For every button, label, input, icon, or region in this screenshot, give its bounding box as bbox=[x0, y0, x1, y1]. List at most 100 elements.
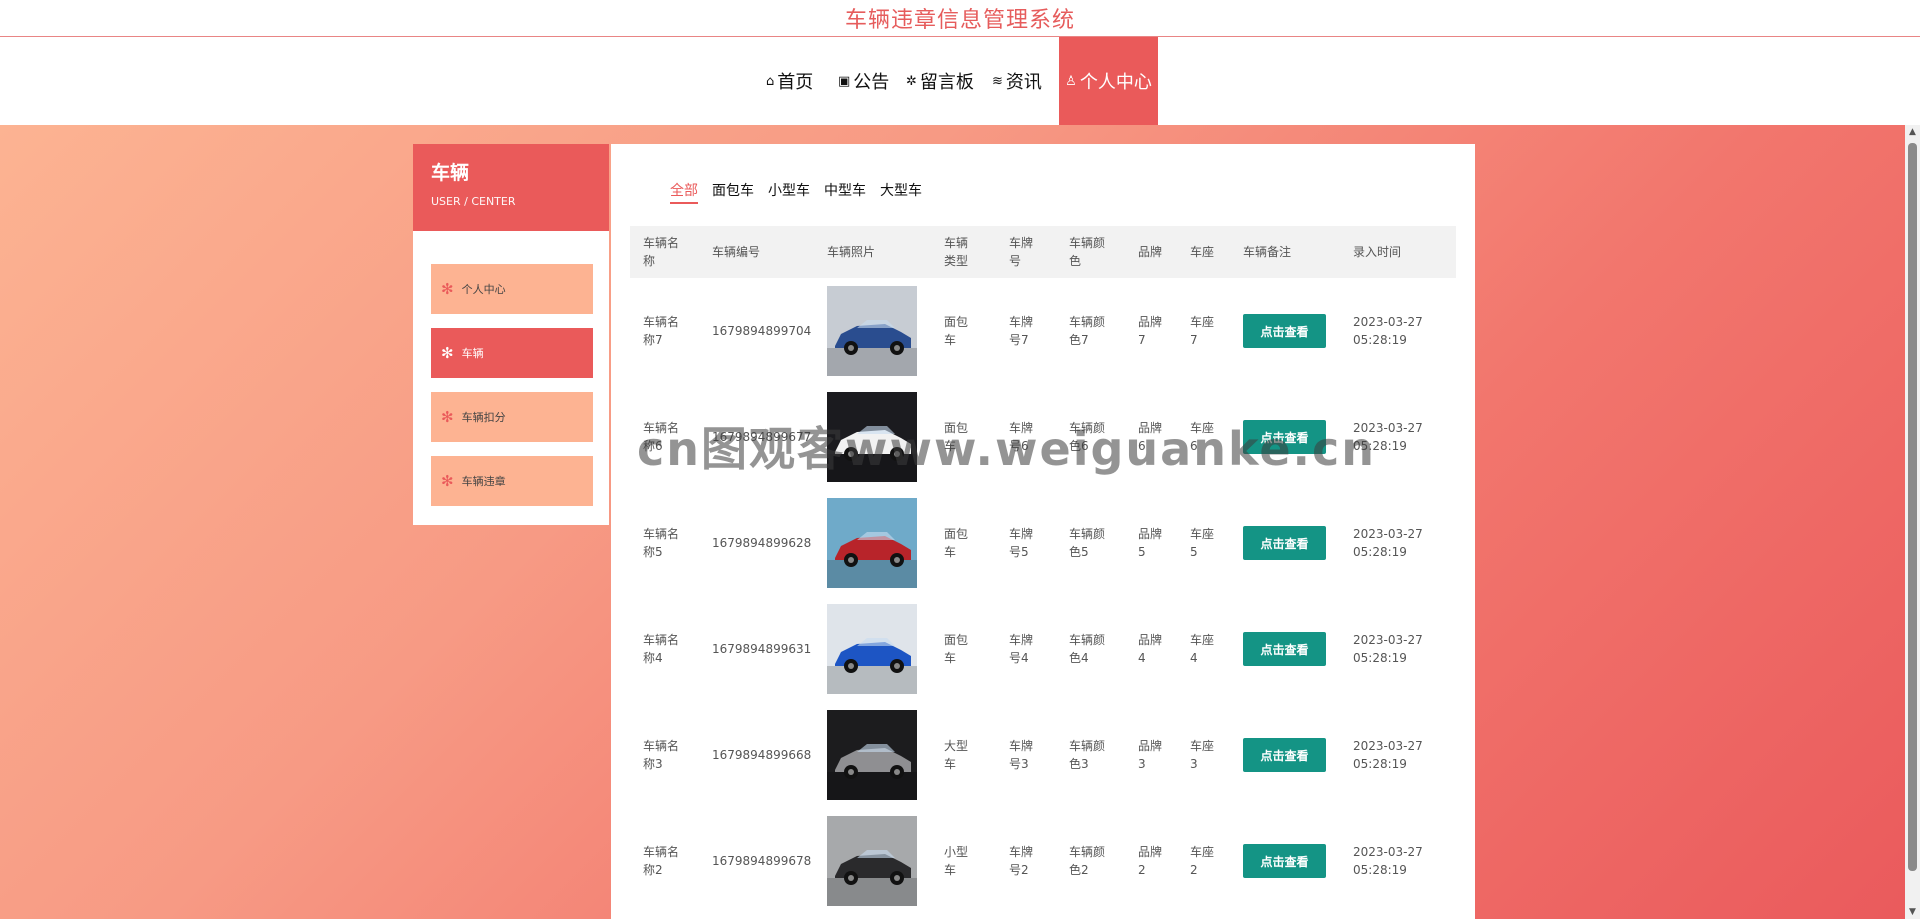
cell-plate: 车牌号3 bbox=[1009, 739, 1034, 771]
view-details-button[interactable]: 点击查看 bbox=[1243, 314, 1326, 348]
column-header: 品牌 bbox=[1138, 245, 1163, 259]
tab-medium-car[interactable]: 中型车 bbox=[824, 180, 866, 204]
nav-message-board-label: 留言板 bbox=[919, 72, 974, 93]
scroll-thumb[interactable] bbox=[1908, 143, 1917, 871]
page-scrollbar[interactable]: ▲ ▼ bbox=[1905, 125, 1920, 919]
cell-brand: 品牌5 bbox=[1138, 527, 1163, 559]
tab-all[interactable]: 全部 bbox=[670, 180, 698, 204]
column-header: 车辆编号 bbox=[712, 245, 761, 259]
cell-type: 大型车 bbox=[944, 739, 969, 771]
cell-brand: 品牌2 bbox=[1138, 845, 1163, 877]
cell-plate: 车牌号4 bbox=[1009, 633, 1034, 665]
snowflake-icon: ✻ bbox=[441, 344, 454, 362]
nav-message-board[interactable]: ✲ 留言板 bbox=[906, 37, 974, 125]
main-panel: 全部 面包车 小型车 中型车 大型车 车辆名称 车辆编号 车辆照片 车辆类型 车… bbox=[611, 144, 1475, 919]
table-row: 车辆名称3 1679894899668 大型车 车牌号3 车辆颜色3 品牌3 车座3 2023… bbox=[630, 702, 1456, 808]
view-details-button[interactable]: 点击查看 bbox=[1243, 738, 1326, 772]
view-details-button[interactable]: 点击查看 bbox=[1243, 526, 1326, 560]
cell-name: 车辆名称5 bbox=[643, 527, 680, 559]
cell-color: 车辆颜色5 bbox=[1069, 527, 1106, 559]
table-header: 车辆名称 车辆编号 车辆照片 车辆类型 车牌号 车辆颜色 品牌 车座 车辆备注 … bbox=[630, 226, 1456, 278]
cell-brand: 品牌3 bbox=[1138, 739, 1163, 771]
nav-home[interactable]: ⌂ 首页 bbox=[766, 37, 813, 125]
car-photo bbox=[827, 392, 917, 482]
nav-user-center[interactable]: ♙ 个人中心 bbox=[1059, 37, 1158, 125]
cell-color: 车辆颜色2 bbox=[1069, 845, 1106, 877]
sidebar-item-label: 车辆扣分 bbox=[461, 411, 506, 424]
tab-minibus[interactable]: 面包车 bbox=[712, 180, 754, 204]
car-photo bbox=[827, 286, 917, 376]
cell-seat: 车座4 bbox=[1190, 633, 1215, 665]
cell-color: 车辆颜色7 bbox=[1069, 315, 1106, 347]
nav-user-center-label: 个人中心 bbox=[1079, 72, 1152, 93]
column-header: 录入时间 bbox=[1353, 245, 1402, 259]
scroll-up-arrow-icon[interactable]: ▲ bbox=[1905, 125, 1920, 139]
sidebar-item-vehicle[interactable]: ✻ 车辆 bbox=[431, 328, 593, 378]
sidebar-item-label: 车辆违章 bbox=[461, 475, 506, 488]
view-details-button[interactable]: 点击查看 bbox=[1243, 844, 1326, 878]
cell-name: 车辆名称2 bbox=[643, 845, 680, 877]
cell-name: 车辆名称4 bbox=[643, 633, 680, 665]
cell-time: 2023-03-27 05:28:19 bbox=[1353, 421, 1423, 453]
cell-color: 车辆颜色6 bbox=[1069, 421, 1106, 453]
gift-icon: ▣ bbox=[838, 73, 851, 89]
cell-name: 车辆名称6 bbox=[643, 421, 680, 453]
cell-plate: 车牌号7 bbox=[1009, 315, 1034, 347]
sidebar-item-vehicle-violation[interactable]: ✻ 车辆违章 bbox=[431, 456, 593, 506]
view-details-button[interactable]: 点击查看 bbox=[1243, 632, 1326, 666]
cell-code: 1679894899677 bbox=[712, 430, 812, 444]
table-row: 车辆名称6 1679894899677 面包车 车牌号6 车辆颜色6 品牌6 车座6 2023… bbox=[630, 384, 1456, 490]
cell-seat: 车座5 bbox=[1190, 527, 1215, 559]
sidebar-item-vehicle-points[interactable]: ✻ 车辆扣分 bbox=[431, 392, 593, 442]
sidebar-title: 车辆 bbox=[431, 162, 470, 184]
cell-seat: 车座6 bbox=[1190, 421, 1215, 453]
site-header: 车辆违章信息管理系统 bbox=[0, 0, 1920, 37]
cell-time: 2023-03-27 05:28:19 bbox=[1353, 527, 1423, 559]
cell-plate: 车牌号2 bbox=[1009, 845, 1034, 877]
sidebar: 车辆 USER / CENTER ✻ 个人中心 ✻ 车辆 ✻ 车辆扣分 ✻ 车辆… bbox=[413, 144, 609, 525]
cell-brand: 品牌7 bbox=[1138, 315, 1163, 347]
sidebar-item-label: 车辆 bbox=[461, 347, 484, 360]
cell-type: 面包车 bbox=[944, 527, 969, 559]
layers-icon: ≋ bbox=[992, 73, 1003, 89]
cell-type: 面包车 bbox=[944, 633, 969, 665]
main-nav: ⌂ 首页 ▣ 公告 ✲ 留言板 ≋ 资讯 ♙ 个人中心 bbox=[0, 37, 1920, 125]
car-photo bbox=[827, 710, 917, 800]
cell-code: 1679894899678 bbox=[712, 854, 812, 868]
nav-announcement[interactable]: ▣ 公告 bbox=[838, 37, 889, 125]
nav-news[interactable]: ≋ 资讯 bbox=[992, 37, 1042, 125]
cell-time: 2023-03-27 05:28:19 bbox=[1353, 845, 1423, 877]
cell-type: 面包车 bbox=[944, 315, 969, 347]
cell-plate: 车牌号5 bbox=[1009, 527, 1034, 559]
message-icon: ✲ bbox=[906, 73, 917, 89]
sidebar-item-user-center[interactable]: ✻ 个人中心 bbox=[431, 264, 593, 314]
table-row: 车辆名称4 1679894899631 面包车 车牌号4 车辆颜色4 品牌4 车座4 2023… bbox=[630, 596, 1456, 702]
cell-name: 车辆名称3 bbox=[643, 739, 680, 771]
view-details-button[interactable]: 点击查看 bbox=[1243, 420, 1326, 454]
column-header: 车牌号 bbox=[1009, 236, 1034, 268]
cell-seat: 车座7 bbox=[1190, 315, 1215, 347]
table-row: 车辆名称7 1679894899704 面包车 车牌号7 车辆颜色7 品牌7 车座7 2023… bbox=[630, 278, 1456, 384]
nav-news-label: 资讯 bbox=[1005, 72, 1042, 93]
scroll-down-arrow-icon[interactable]: ▼ bbox=[1905, 905, 1920, 919]
column-header: 车辆照片 bbox=[827, 245, 876, 259]
table-row: 车辆名称2 1679894899678 小型车 车牌号2 车辆颜色2 品牌2 车座2 2023… bbox=[630, 808, 1456, 914]
cell-time: 2023-03-27 05:28:19 bbox=[1353, 315, 1423, 347]
cell-brand: 品牌4 bbox=[1138, 633, 1163, 665]
tab-large-car[interactable]: 大型车 bbox=[880, 180, 922, 204]
sidebar-item-label: 个人中心 bbox=[461, 283, 506, 296]
cell-brand: 品牌6 bbox=[1138, 421, 1163, 453]
cell-type: 小型车 bbox=[944, 845, 969, 877]
car-photo bbox=[827, 604, 917, 694]
cell-seat: 车座2 bbox=[1190, 845, 1215, 877]
sidebar-subtitle: USER / CENTER bbox=[431, 195, 516, 208]
tab-small-car[interactable]: 小型车 bbox=[768, 180, 810, 204]
cell-time: 2023-03-27 05:28:19 bbox=[1353, 633, 1423, 665]
cell-color: 车辆颜色3 bbox=[1069, 739, 1106, 771]
column-header: 车辆类型 bbox=[944, 236, 969, 268]
cell-type: 面包车 bbox=[944, 421, 969, 453]
cell-time: 2023-03-27 05:28:19 bbox=[1353, 739, 1423, 771]
user-icon: ♙ bbox=[1065, 73, 1077, 89]
cell-code: 1679894899668 bbox=[712, 748, 812, 762]
nav-announcement-label: 公告 bbox=[853, 72, 890, 93]
